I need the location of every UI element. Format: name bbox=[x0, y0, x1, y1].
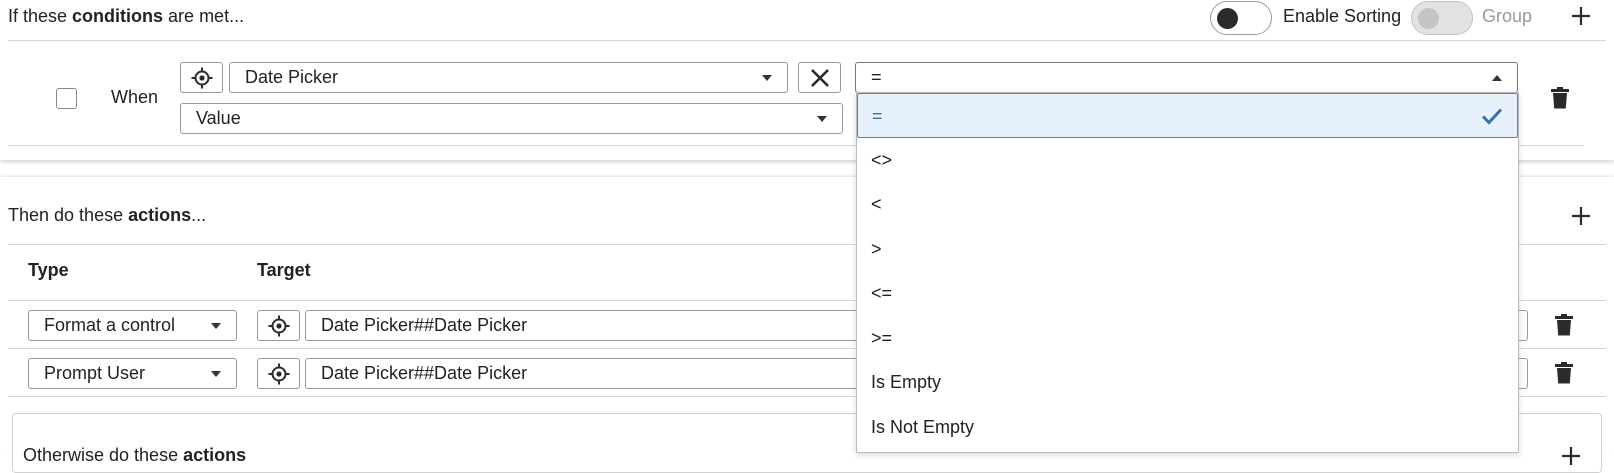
enable-sorting-label: Enable Sorting bbox=[1283, 6, 1402, 26]
chevron-down-icon bbox=[211, 371, 221, 377]
trash-icon bbox=[1555, 314, 1573, 336]
pick-control-button[interactable] bbox=[180, 62, 223, 93]
conditions-divider bbox=[8, 40, 1606, 41]
pick-target-button[interactable] bbox=[257, 358, 300, 389]
operator-option-equals[interactable]: = bbox=[857, 93, 1518, 138]
actions-heading: Then do these actions... bbox=[8, 205, 206, 226]
option-label: Is Empty bbox=[871, 372, 942, 392]
when-label: When bbox=[111, 87, 159, 107]
chevron-down-icon bbox=[211, 323, 221, 329]
property-value: Value bbox=[196, 108, 241, 128]
checkmark-icon bbox=[1481, 108, 1503, 125]
toggle-knob bbox=[1418, 8, 1439, 29]
operator-dropdown-menu: = <> < > <= >= Is Empty Is Not Empty bbox=[856, 92, 1519, 453]
plus-icon bbox=[1572, 7, 1590, 25]
operator-option-is-not-empty[interactable]: Is Not Empty bbox=[857, 405, 1518, 450]
plus-icon bbox=[1562, 447, 1580, 465]
otherwise-heading: Otherwise do these actions bbox=[23, 445, 246, 466]
type-column-header: Type bbox=[28, 260, 69, 280]
trash-icon bbox=[1555, 362, 1573, 384]
condition-select-checkbox[interactable] bbox=[56, 88, 77, 109]
conditions-heading-bold: conditions bbox=[72, 6, 164, 26]
option-label: = bbox=[872, 106, 883, 126]
operator-option-less-or-equal[interactable]: <= bbox=[857, 271, 1518, 316]
add-action-button[interactable] bbox=[1569, 204, 1593, 233]
chevron-up-icon bbox=[1492, 75, 1502, 81]
actions-heading-bold: actions bbox=[128, 205, 192, 225]
operator-option-is-empty[interactable]: Is Empty bbox=[857, 360, 1518, 405]
operator-select[interactable]: = bbox=[855, 62, 1518, 93]
enable-sorting-toggle[interactable] bbox=[1210, 1, 1272, 35]
plus-icon bbox=[1572, 207, 1590, 225]
operator-option-less-than[interactable]: < bbox=[857, 182, 1518, 227]
source-control-value: Date Picker bbox=[245, 67, 339, 87]
toggle-knob bbox=[1217, 8, 1238, 29]
target-column-header: Target bbox=[257, 260, 311, 280]
trash-icon bbox=[1551, 87, 1569, 109]
otherwise-heading-bold: actions bbox=[183, 445, 247, 465]
delete-action-button[interactable] bbox=[1553, 313, 1575, 337]
action-type-value: Format a control bbox=[44, 315, 176, 335]
actions-heading-suffix: ... bbox=[191, 205, 207, 225]
group-toggle[interactable] bbox=[1411, 1, 1473, 35]
actions-heading-prefix: Then do these bbox=[8, 205, 129, 225]
option-label: > bbox=[871, 239, 882, 259]
action-type-select[interactable]: Format a control bbox=[28, 310, 237, 341]
property-select[interactable]: Value bbox=[180, 103, 843, 134]
option-label: <> bbox=[871, 150, 893, 170]
operator-option-not-equal[interactable]: <> bbox=[857, 138, 1518, 183]
conditions-heading-prefix: If these bbox=[8, 6, 73, 26]
close-icon bbox=[810, 68, 829, 87]
chevron-down-icon bbox=[762, 75, 772, 81]
add-condition-button[interactable] bbox=[1569, 4, 1593, 33]
conditions-heading: If these conditions are met... bbox=[8, 6, 244, 27]
target-icon bbox=[191, 67, 212, 88]
operator-option-greater-than[interactable]: > bbox=[857, 227, 1518, 272]
clear-source-button[interactable] bbox=[798, 62, 841, 93]
action-target-value: Date Picker##Date Picker bbox=[321, 315, 528, 335]
conditions-heading-suffix: are met... bbox=[163, 6, 245, 26]
option-label: >= bbox=[871, 328, 893, 348]
chevron-down-icon bbox=[817, 116, 827, 122]
delete-condition-button[interactable] bbox=[1549, 86, 1571, 110]
pick-target-button[interactable] bbox=[257, 310, 300, 341]
otherwise-heading-prefix: Otherwise do these bbox=[23, 445, 184, 465]
option-label: Is Not Empty bbox=[871, 417, 975, 437]
target-icon bbox=[268, 363, 289, 384]
action-target-value: Date Picker##Date Picker bbox=[321, 363, 528, 383]
group-label: Group bbox=[1482, 6, 1533, 26]
action-type-value: Prompt User bbox=[44, 363, 146, 383]
operator-value: = bbox=[871, 67, 882, 87]
delete-action-button[interactable] bbox=[1553, 361, 1575, 385]
action-type-select[interactable]: Prompt User bbox=[28, 358, 237, 389]
target-icon bbox=[268, 315, 289, 336]
add-otherwise-action-button[interactable] bbox=[1559, 444, 1583, 473]
operator-option-greater-or-equal[interactable]: >= bbox=[857, 316, 1518, 361]
option-label: <= bbox=[871, 283, 893, 303]
option-label: < bbox=[871, 194, 882, 214]
source-control-select[interactable]: Date Picker bbox=[229, 62, 788, 93]
